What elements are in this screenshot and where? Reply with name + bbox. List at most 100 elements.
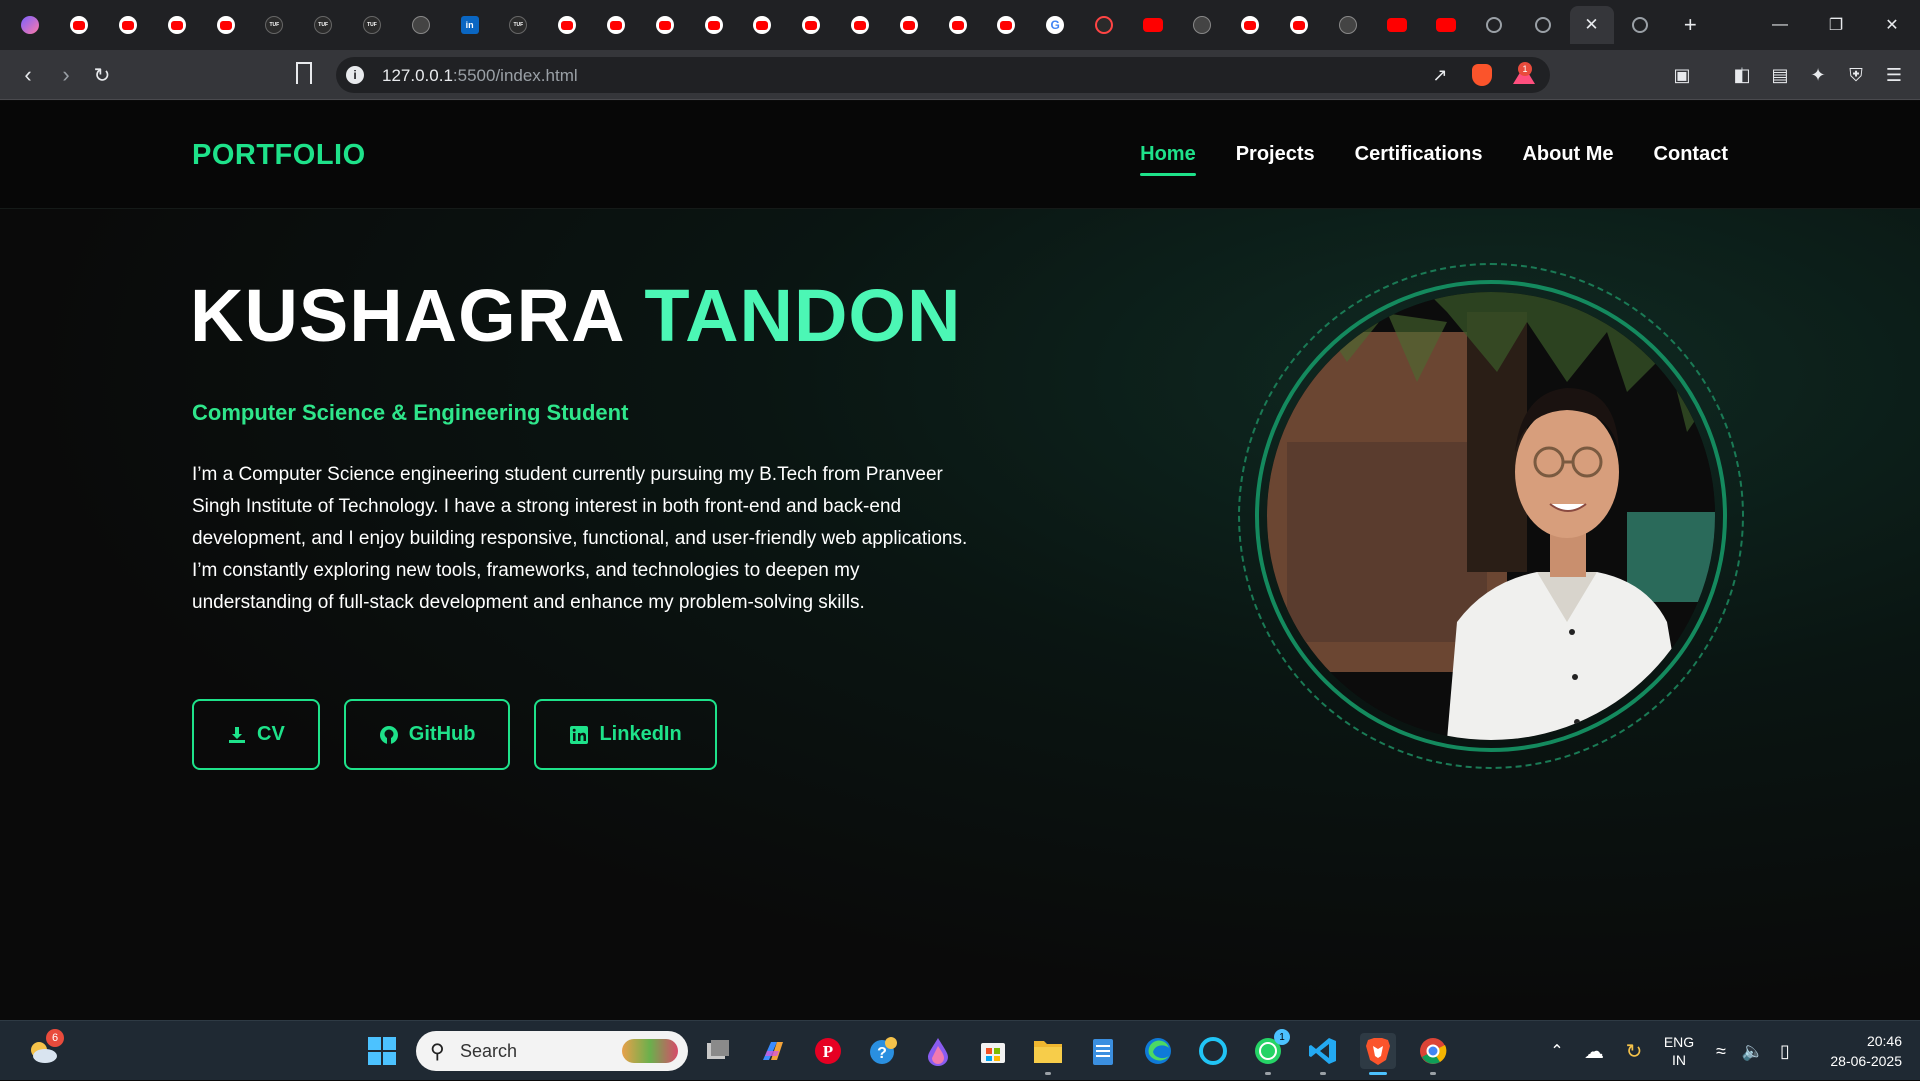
browser-tab[interactable]: [884, 6, 933, 44]
browser-tab[interactable]: [1128, 6, 1177, 44]
browser-tab[interactable]: [592, 6, 641, 44]
browser-tab[interactable]: [543, 6, 592, 44]
restore-button[interactable]: ❐: [1808, 0, 1864, 50]
browser-tab[interactable]: [933, 6, 982, 44]
share-icon[interactable]: ↗: [1428, 63, 1452, 87]
browser-tab[interactable]: [1372, 6, 1421, 44]
youtube-icon: [850, 16, 869, 34]
browser-tab[interactable]: in: [445, 6, 494, 44]
browser-tab[interactable]: [6, 6, 55, 44]
github-button-label: GitHub: [408, 723, 476, 745]
browser-tab[interactable]: [689, 6, 738, 44]
browser-tab[interactable]: [640, 6, 689, 44]
browser-tab[interactable]: [55, 6, 104, 44]
microsoft-store-icon[interactable]: [975, 1033, 1011, 1069]
browser-tab[interactable]: [836, 6, 885, 44]
svg-text:P: P: [823, 1042, 833, 1061]
site-logo[interactable]: PORTFOLIO: [192, 139, 366, 172]
youtube-icon: [118, 16, 137, 34]
brave-taskbar-icon[interactable]: [1360, 1033, 1396, 1075]
browser-tab[interactable]: [787, 6, 836, 44]
browser-tab[interactable]: [1080, 6, 1129, 44]
browser-tab[interactable]: [396, 6, 445, 44]
cv-button-label: CV: [257, 723, 285, 745]
show-hidden-icons-icon[interactable]: ⌃: [1540, 1041, 1574, 1061]
profile-photo-ring: [1255, 280, 1727, 752]
tab-list: TUF TUF TUF in TUF G ✕ +: [6, 6, 1710, 44]
drop-app-icon[interactable]: [920, 1033, 956, 1069]
browser-tab[interactable]: [1177, 6, 1226, 44]
file-explorer-icon[interactable]: [1030, 1033, 1066, 1075]
browser-tab[interactable]: [738, 6, 787, 44]
nav-contact[interactable]: Contact: [1654, 143, 1728, 176]
vscode-icon[interactable]: [1305, 1033, 1341, 1075]
help-icon[interactable]: ?: [865, 1033, 901, 1069]
active-tab[interactable]: ✕: [1569, 6, 1614, 44]
browser-tab[interactable]: [1421, 6, 1470, 44]
volume-muted-icon[interactable]: 🔈: [1738, 1041, 1768, 1062]
sidebar-toggle-icon[interactable]: ◧: [1730, 63, 1754, 87]
site-info-icon[interactable]: i: [346, 66, 364, 84]
bookmark-icon[interactable]: [296, 62, 312, 84]
github-button[interactable]: GitHub: [343, 699, 511, 770]
browser-tab[interactable]: TUF: [348, 6, 397, 44]
battery-icon[interactable]: ▯: [1768, 1041, 1802, 1062]
wifi-icon[interactable]: ≈: [1704, 1041, 1738, 1062]
taskbar-search[interactable]: ⚲ Search: [416, 1031, 688, 1071]
nav-home[interactable]: Home: [1140, 143, 1196, 176]
menu-icon[interactable]: ☰: [1882, 63, 1906, 87]
reader-mode-icon[interactable]: ▣: [1670, 63, 1694, 87]
youtube-icon: [1241, 16, 1260, 34]
whatsapp-icon[interactable]: 1: [1250, 1029, 1290, 1075]
clock[interactable]: 20:46 28-06-2025: [1812, 1021, 1902, 1081]
weather-widget[interactable]: 6: [22, 1029, 64, 1069]
wallet-icon[interactable]: ▤: [1768, 63, 1792, 87]
browser-tab[interactable]: [1519, 6, 1568, 44]
copilot-icon[interactable]: [755, 1033, 791, 1069]
language-indicator[interactable]: ENG IN: [1654, 1033, 1704, 1069]
task-view-icon[interactable]: [700, 1033, 736, 1069]
site-header: PORTFOLIO Home Projects Certifications A…: [0, 101, 1920, 209]
vpn-icon[interactable]: ⛨: [1844, 63, 1868, 87]
brave-shields-icon[interactable]: [1470, 63, 1494, 87]
notepad-icon[interactable]: [1085, 1033, 1121, 1069]
onedrive-icon[interactable]: ☁: [1574, 1039, 1614, 1064]
pinterest-icon[interactable]: P: [810, 1033, 846, 1069]
browser-tab[interactable]: [201, 6, 250, 44]
browser-tab[interactable]: G: [1031, 6, 1080, 44]
browser-tab[interactable]: TUF: [299, 6, 348, 44]
brave-rewards-icon[interactable]: 1: [1512, 62, 1536, 87]
nav-projects[interactable]: Projects: [1236, 143, 1315, 176]
back-button[interactable]: ‹: [14, 61, 42, 89]
browser-tab[interactable]: [1226, 6, 1275, 44]
browser-tab[interactable]: [1470, 6, 1519, 44]
browser-tab[interactable]: [982, 6, 1031, 44]
youtube-icon: [655, 16, 674, 34]
close-tab-icon[interactable]: ✕: [1584, 15, 1598, 35]
address-bar[interactable]: i 127.0.0.1:5500/index.html ↗ 1: [336, 57, 1550, 93]
minimize-button[interactable]: —: [1752, 0, 1808, 50]
browser-tab[interactable]: [1324, 6, 1373, 44]
linkedin-button[interactable]: LinkedIn: [534, 699, 717, 770]
globe-icon: [1535, 17, 1552, 33]
browser-tab[interactable]: [152, 6, 201, 44]
cv-button[interactable]: CV: [192, 699, 320, 770]
nav-about[interactable]: About Me: [1522, 143, 1613, 176]
start-button[interactable]: [364, 1033, 400, 1069]
new-tab-button[interactable]: +: [1670, 12, 1710, 38]
close-window-button[interactable]: ✕: [1864, 0, 1920, 50]
nav-certifications[interactable]: Certifications: [1355, 143, 1483, 176]
sync-icon[interactable]: ↻: [1614, 1039, 1654, 1064]
youtube-icon: [704, 16, 723, 34]
browser-tab[interactable]: [104, 6, 153, 44]
forward-button[interactable]: ›: [52, 61, 80, 89]
edge-icon[interactable]: [1140, 1033, 1176, 1069]
reload-button[interactable]: ↻: [88, 61, 116, 89]
browser-tab[interactable]: [1275, 6, 1324, 44]
browser-tab[interactable]: TUF: [250, 6, 299, 44]
alexa-icon[interactable]: [1195, 1033, 1231, 1069]
leo-ai-icon[interactable]: ✦: [1806, 63, 1830, 87]
browser-tab[interactable]: TUF: [494, 6, 543, 44]
chrome-icon[interactable]: [1415, 1033, 1451, 1075]
browser-tab[interactable]: [1616, 6, 1665, 44]
